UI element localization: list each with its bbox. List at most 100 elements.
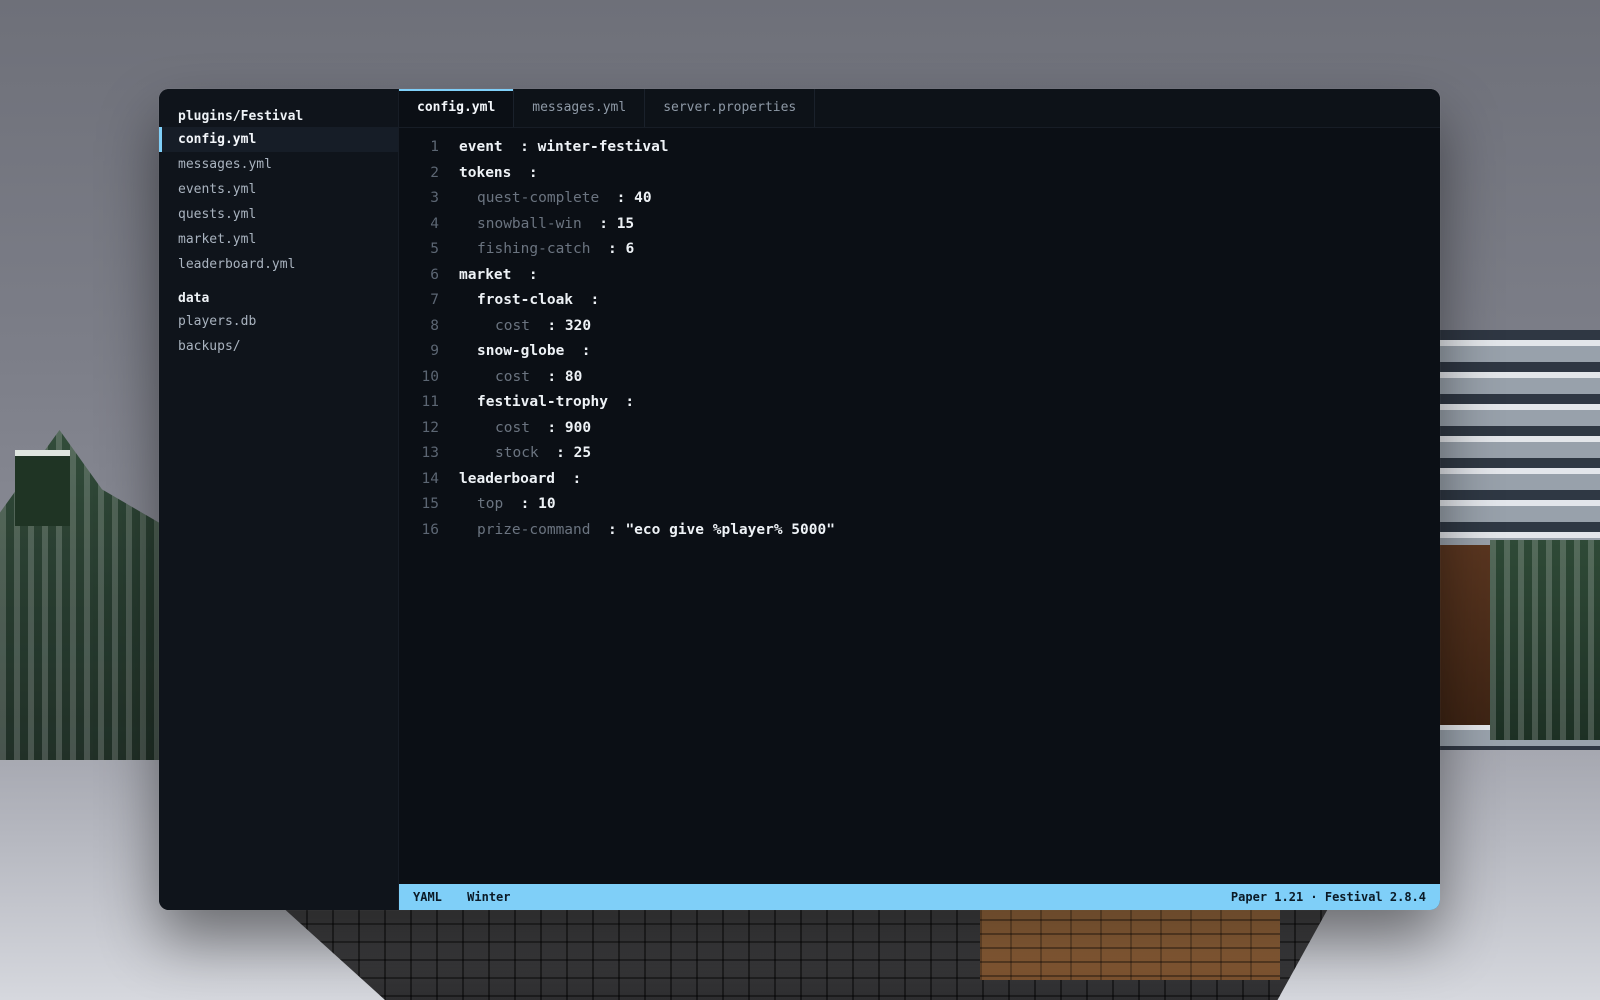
code-editor[interactable]: 1 event : winter-festival 2 tokens : 3 quest-… [399, 127, 1440, 884]
yaml-colon: : [529, 317, 557, 334]
line-number: 15 [421, 496, 439, 512]
sidebar-file-item[interactable]: leaderboard.yml [159, 252, 398, 277]
background-tree-right [1490, 540, 1600, 740]
yaml-key: quest-complete [477, 190, 600, 206]
yaml-colon: : [538, 445, 565, 461]
yaml-colon: : [502, 139, 529, 155]
sidebar-file-item[interactable]: messages.yml [159, 152, 398, 177]
tab-config-yml[interactable]: config.yml [399, 89, 515, 127]
sidebar-file-item[interactable]: players.db [159, 309, 398, 334]
sidebar-file-item[interactable]: backups/ [159, 334, 398, 359]
yaml-key: snowball-win [477, 215, 582, 232]
code-content: snowball-win : 15 [459, 212, 634, 238]
sidebar-folder-heading[interactable]: plugins/Festival [159, 107, 398, 127]
code-content: cost : 320 [459, 314, 591, 340]
yaml-key: cost [495, 368, 530, 385]
line-number: 7 [430, 292, 439, 308]
code-line: 13 stock : 25 [399, 441, 1440, 467]
status-bar: YAML Winter Paper 1.21 · Festival 2.8.4 [399, 884, 1440, 910]
yaml-value: 15 [616, 215, 635, 232]
code-content: leaderboard : [459, 467, 581, 493]
yaml-key: prize-command [477, 521, 591, 538]
yaml-key: tokens [459, 164, 512, 181]
code-line: 4 snowball-win : 15 [399, 212, 1440, 238]
yaml-key: top [477, 496, 504, 512]
yaml-key: cost [495, 419, 530, 436]
tab-bar: config.yml messages.yml server.properties [399, 89, 1440, 128]
code-content: cost : 80 [459, 365, 582, 391]
code-content: market : [459, 263, 538, 289]
yaml-key: leaderboard [459, 470, 556, 487]
tab-server-properties[interactable]: server.properties [645, 89, 816, 127]
code-content: event : winter-festival [459, 135, 669, 161]
yaml-colon: : [555, 470, 582, 487]
line-number: 2 [430, 164, 439, 181]
line-number: 9 [430, 343, 439, 359]
code-line: 3 quest-complete : 40 [399, 186, 1440, 212]
yaml-value: winter-festival [537, 139, 669, 155]
yaml-colon: : [581, 215, 608, 232]
status-version: Paper 1.21 · Festival 2.8.4 [1230, 890, 1426, 904]
yaml-key: event [459, 139, 503, 155]
yaml-colon: : [590, 521, 617, 538]
file-explorer: plugins/Festival config.yml messages.yml ev… [159, 89, 399, 910]
yaml-value: 900 [564, 419, 592, 436]
code-line: 15 top : 10 [399, 492, 1440, 518]
code-content: quest-complete : 40 [459, 186, 652, 212]
status-language[interactable]: YAML [413, 890, 442, 904]
code-content: stock : 25 [459, 441, 591, 467]
background-brick-block [980, 905, 1280, 980]
yaml-colon: : [607, 394, 635, 410]
yaml-value: 320 [564, 317, 592, 334]
sidebar-file-item[interactable]: market.yml [159, 227, 398, 252]
yaml-value: 6 [625, 241, 635, 257]
code-content: fishing-catch : 6 [459, 237, 634, 263]
sidebar-file-item[interactable]: events.yml [159, 177, 398, 202]
status-theme[interactable]: Winter [467, 890, 510, 904]
yaml-colon: : [529, 368, 557, 385]
code-content: top : 10 [459, 492, 556, 518]
yaml-key: stock [495, 445, 539, 461]
code-line: 7 frost-cloak : [399, 288, 1440, 314]
code-content: frost-cloak : [459, 288, 599, 314]
code-line: 5 fishing-catch : 6 [399, 237, 1440, 263]
yaml-key: festival-trophy [477, 394, 608, 410]
code-line: 8 cost : 320 [399, 314, 1440, 340]
code-line: 1 event : winter-festival [399, 135, 1440, 161]
line-number: 13 [421, 445, 439, 461]
line-number: 11 [421, 394, 439, 410]
yaml-key: fishing-catch [477, 241, 591, 257]
status-left: YAML Winter [413, 890, 529, 904]
yaml-value: 40 [634, 190, 652, 206]
line-number: 3 [430, 190, 439, 206]
line-number: 8 [430, 317, 439, 334]
code-content: snow-globe : [459, 339, 591, 365]
editor-main: config.yml messages.yml server.properties … [399, 89, 1440, 910]
yaml-colon: : [511, 164, 538, 181]
yaml-key: cost [495, 317, 530, 334]
line-number: 14 [421, 470, 439, 487]
line-number: 12 [421, 419, 439, 436]
yaml-value: "eco give %player% 5000" [625, 521, 835, 538]
code-content: prize-command : "eco give %player% 5000" [459, 518, 835, 544]
line-number: 6 [430, 266, 439, 283]
sidebar-file-item[interactable]: quests.yml [159, 202, 398, 227]
code-line: 11 festival-trophy : [399, 390, 1440, 416]
code-content: festival-trophy : [459, 390, 634, 416]
sidebar-file-item[interactable]: config.yml [159, 127, 398, 152]
yaml-key: frost-cloak [477, 292, 574, 308]
yaml-colon: : [590, 241, 617, 257]
code-line: 10 cost : 80 [399, 365, 1440, 391]
tab-messages-yml[interactable]: messages.yml [514, 89, 646, 127]
sidebar-folder-heading[interactable]: data [159, 289, 398, 309]
yaml-colon: : [599, 190, 626, 206]
yaml-key: snow-globe [477, 343, 565, 359]
yaml-key: market [459, 266, 512, 283]
yaml-colon: : [511, 266, 538, 283]
